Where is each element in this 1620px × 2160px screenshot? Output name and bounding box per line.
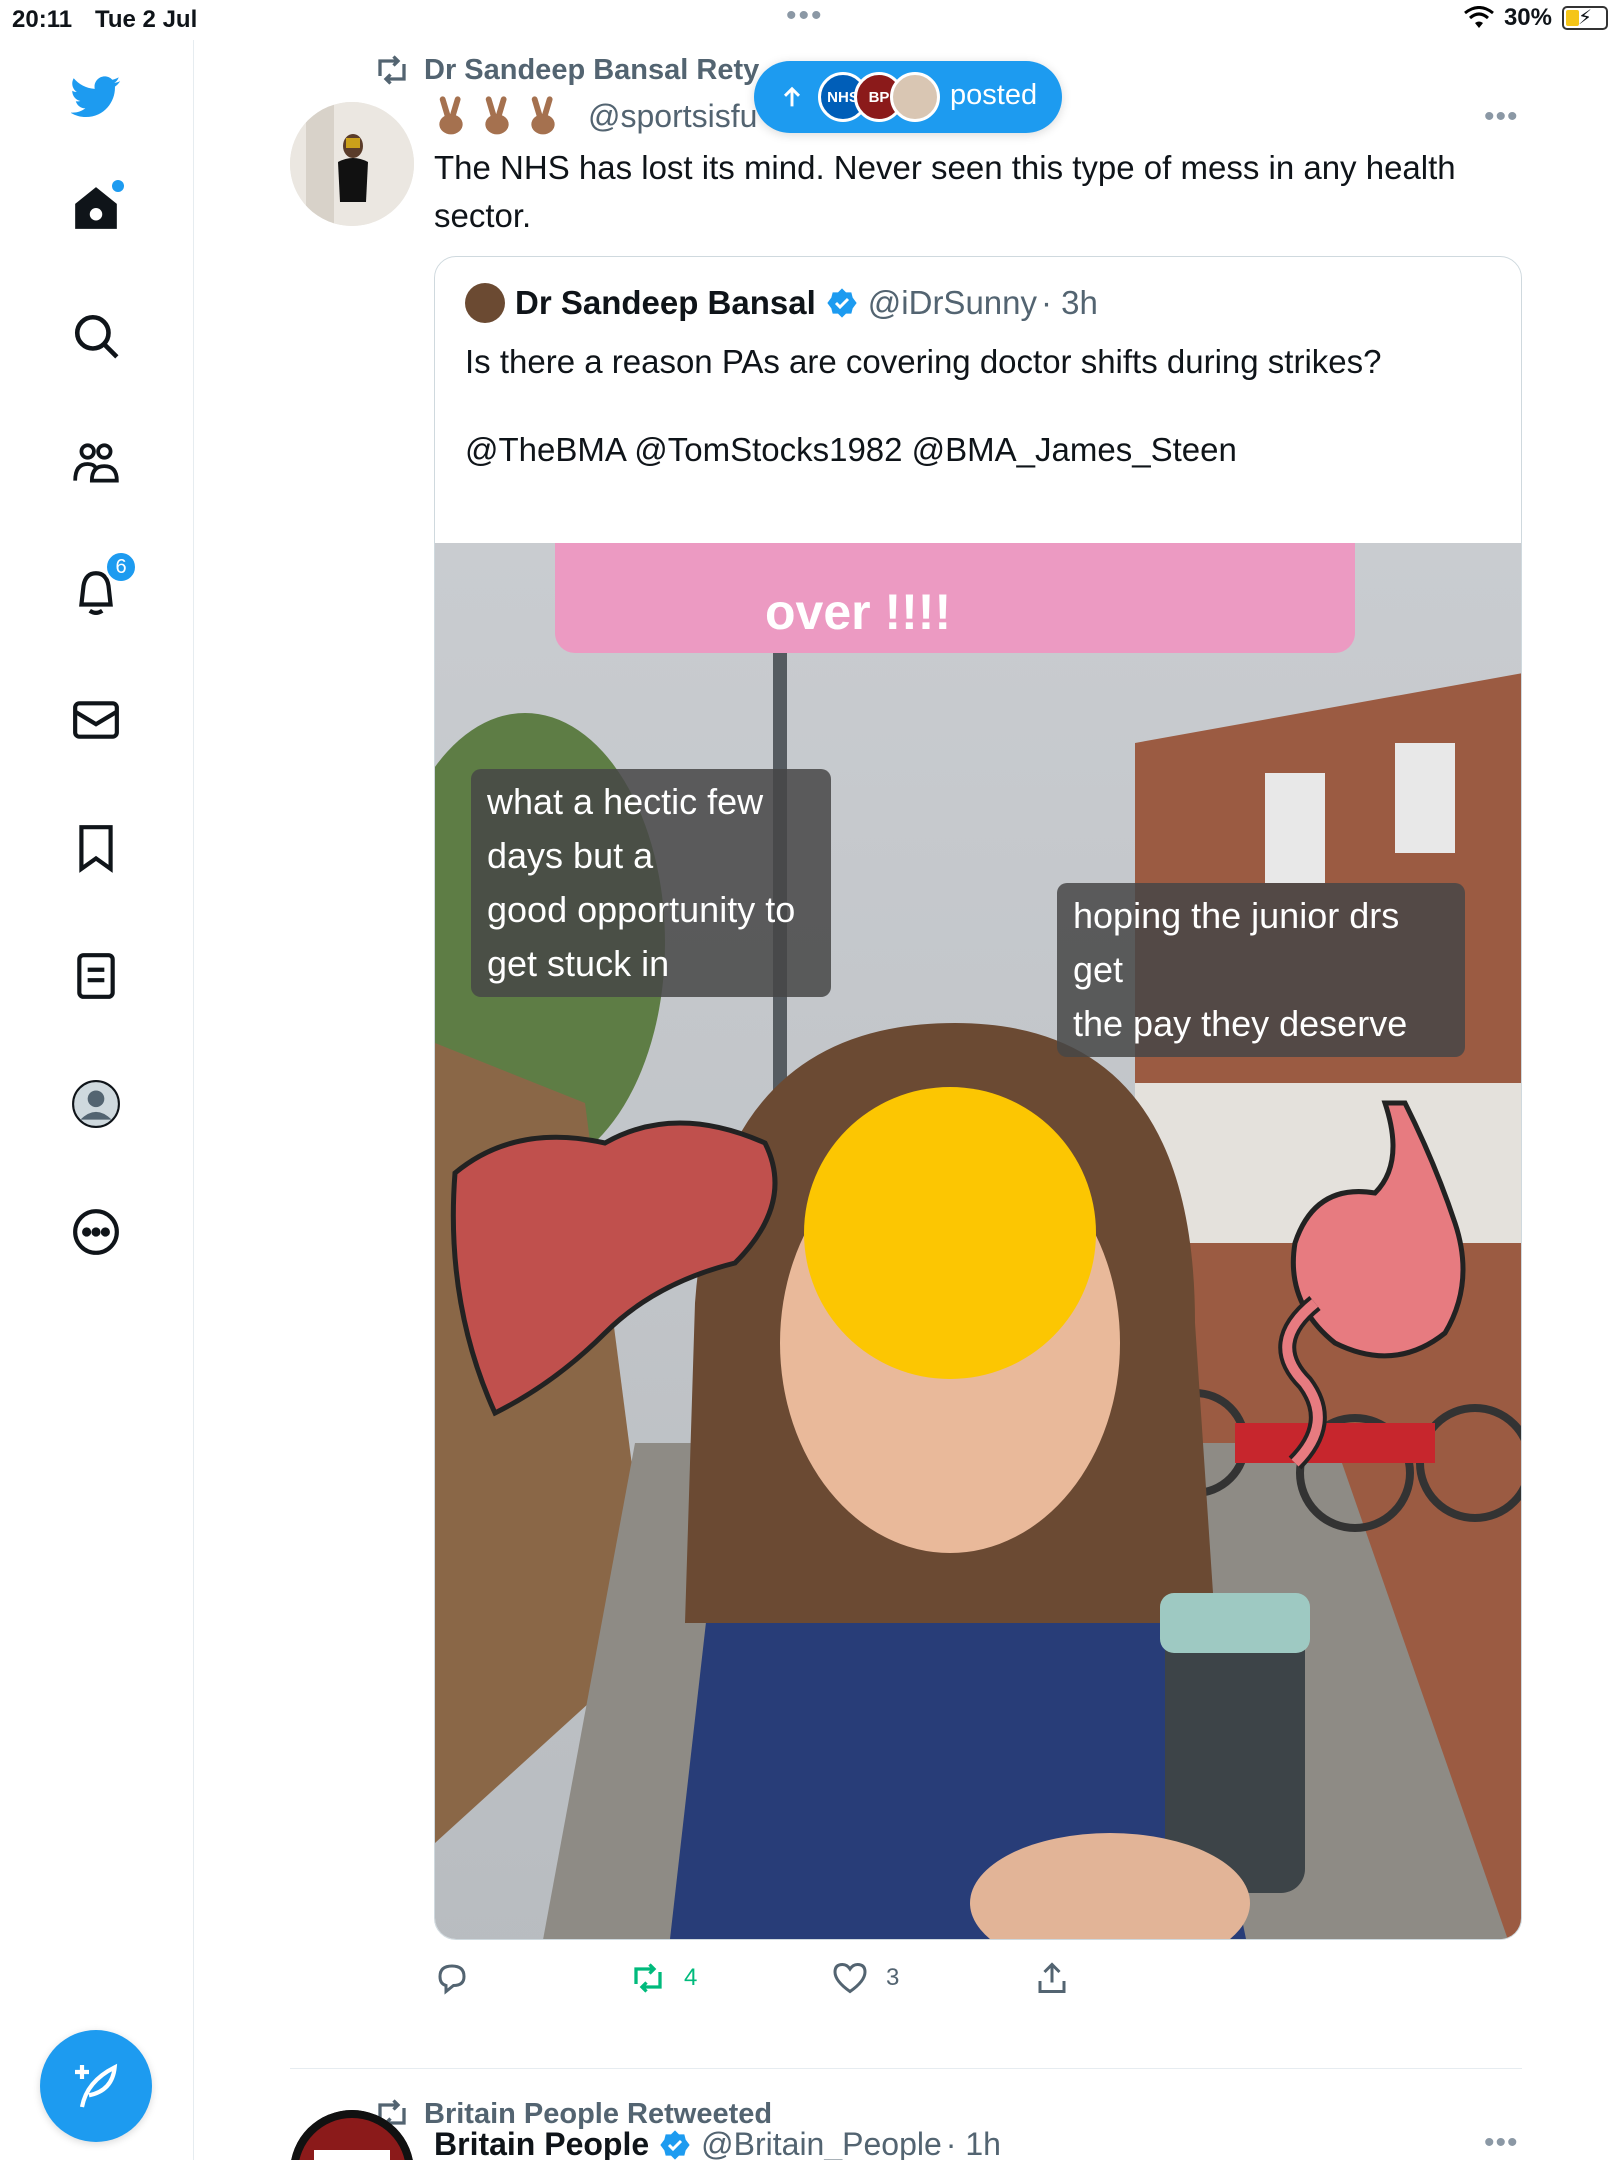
share-button[interactable]	[1034, 1960, 1070, 1996]
retweet-icon	[378, 55, 406, 85]
status-date: Tue 2 Jul	[95, 6, 198, 33]
tweet-divider	[290, 2068, 1522, 2069]
compose-feather-icon	[75, 2063, 118, 2108]
pill-avatar-bp-text: BP	[868, 88, 890, 106]
quoted-mentions[interactable]: @TheBMA @TomStocks1982 @BMA_James_Steen	[465, 431, 1237, 469]
more-circle-icon[interactable]	[64, 1200, 128, 1264]
status-time: 20:11	[12, 6, 73, 33]
media-sticker-left: what a hectic few days but a good opport…	[471, 769, 831, 997]
quoted-timestamp: · 3h	[1041, 284, 1098, 321]
sticker-right-line1: hoping the junior drs get	[1073, 895, 1400, 990]
wifi-icon	[1464, 6, 1494, 28]
profile-icon[interactable]	[64, 1072, 128, 1136]
reply-icon	[438, 1964, 466, 1995]
media-sticker-right: hoping the junior drs get the pay they d…	[1057, 883, 1465, 1057]
battery-icon: ⚡	[1562, 6, 1608, 30]
avatar[interactable]	[290, 102, 414, 226]
tweet-actions: 4 3	[434, 1960, 1522, 2020]
victory-hand-icon	[485, 96, 509, 135]
retweet-count: 4	[684, 1964, 698, 1991]
arrow-up-icon	[783, 86, 801, 107]
author-name[interactable]: Britain People	[434, 2126, 649, 2160]
sticker-left-line1b: but a	[563, 835, 654, 876]
like-count: 3	[886, 1964, 900, 1991]
victory-hand-icon	[531, 96, 555, 135]
status-bar: 20:11 Tue 2 Jul ••• 30% ⚡	[0, 0, 1620, 40]
verified-badge-icon	[660, 2129, 690, 2160]
battery-percent: 30%	[1503, 4, 1552, 31]
retweet-icon	[634, 1963, 662, 1993]
mail-icon[interactable]	[64, 688, 128, 752]
notifications-badge: 6	[104, 550, 138, 584]
heart-icon	[833, 1962, 867, 1994]
tweet-text: The NHS has lost its mind. Never seen th…	[434, 149, 1456, 234]
status-right: 30% ⚡	[1464, 4, 1608, 32]
home-icon[interactable]	[64, 176, 128, 240]
share-icon	[1038, 1962, 1066, 1993]
media-sticker-top: over !!!!	[765, 584, 952, 640]
retweet-button[interactable]: 4	[630, 1960, 697, 1996]
sticker-left-line2: good opportunity to get stuck in	[487, 889, 796, 984]
sticker-right-line2: the pay they deserve	[1073, 1003, 1408, 1044]
reply-button[interactable]	[434, 1960, 488, 1996]
tweet-timestamp: · 1h	[945, 2126, 1001, 2160]
compose-button[interactable]	[40, 2030, 152, 2142]
new-posts-pill[interactable]: NHS BP posted	[754, 61, 1062, 133]
communities-icon[interactable]	[64, 432, 128, 496]
more-options-icon[interactable]: •••	[1484, 100, 1519, 134]
author-handle[interactable]: @Britain_People	[701, 2126, 942, 2160]
quoted-author-row: Dr Sandeep Bansal @iDrSunny · 3h	[465, 283, 1098, 323]
battery-fill	[1566, 10, 1579, 26]
timeline: Dr Sandeep Bansal Rety @sportsisfu ••• T…	[194, 40, 1620, 2160]
quoted-author-handle[interactable]: @iDrSunny	[868, 284, 1037, 322]
more-options-icon[interactable]: •••	[1484, 2126, 1519, 2160]
quoted-tweet-card[interactable]: Dr Sandeep Bansal @iDrSunny · 3h Is ther…	[434, 256, 1522, 1940]
pill-label: posted	[950, 79, 1038, 111]
verified-badge-icon	[827, 288, 857, 318]
quoted-author-name[interactable]: Dr Sandeep Bansal	[515, 284, 816, 322]
quoted-media-image[interactable]: over !!!! what a hectic few days but a g…	[435, 543, 1521, 1939]
home-unread-dot	[112, 180, 124, 192]
retweeted-by-label: Dr Sandeep Bansal Rety	[424, 53, 760, 86]
author-name-emojis	[434, 96, 560, 136]
bell-icon[interactable]: 6	[64, 550, 138, 624]
tweet-author-row: @sportsisfu	[434, 96, 757, 136]
sidebar-nav: 6	[0, 40, 194, 2160]
quoted-avatar[interactable]	[465, 283, 505, 323]
quoted-text: Is there a reason PAs are covering docto…	[465, 343, 1382, 380]
tweet-author-row: Britain People @Britain_People · 1h	[434, 2126, 1001, 2160]
like-button[interactable]: 3	[832, 1960, 899, 1996]
victory-hand-icon	[439, 96, 463, 135]
twitter-bird-icon[interactable]	[64, 64, 128, 128]
retweet-header[interactable]: Dr Sandeep Bansal Rety	[374, 52, 759, 88]
pill-avatar-person	[890, 72, 940, 122]
charging-bolt-icon: ⚡	[1578, 7, 1593, 29]
author-handle[interactable]: @sportsisfu	[588, 98, 757, 135]
bookmark-icon[interactable]	[64, 816, 128, 880]
search-icon[interactable]	[64, 304, 128, 368]
list-icon[interactable]	[64, 944, 128, 1008]
multitasking-dots-icon[interactable]: •••	[786, 1, 824, 31]
